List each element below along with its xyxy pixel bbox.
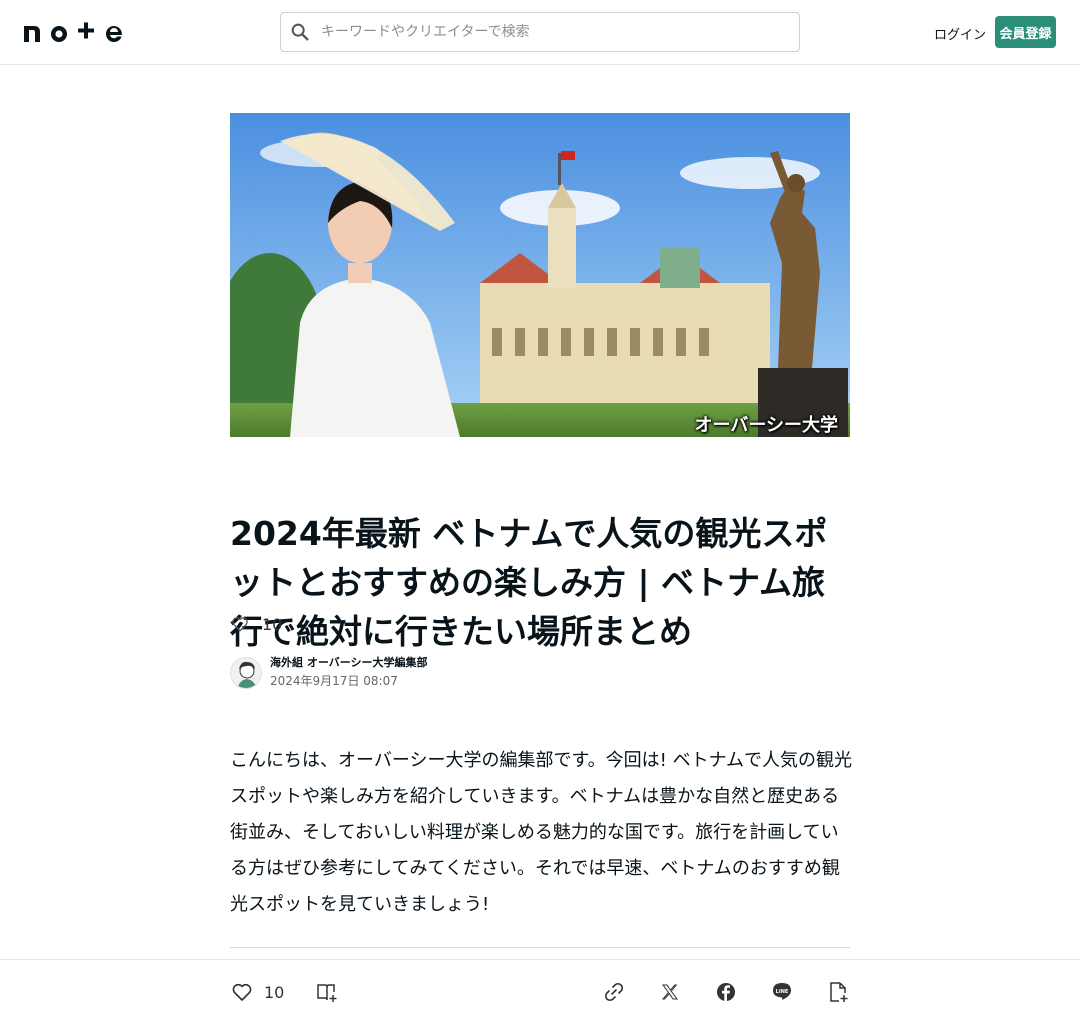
avatar[interactable] (230, 656, 262, 689)
share-line-button[interactable]: LINE (770, 980, 794, 1004)
facebook-icon[interactable] (714, 980, 738, 1004)
link-icon[interactable] (602, 980, 626, 1004)
hero-illustration (230, 113, 850, 437)
login-link[interactable]: ログイン (924, 22, 996, 45)
search-icon[interactable] (289, 21, 311, 43)
author-name[interactable]: 海外組 オーバーシー大学編集部 (270, 655, 428, 671)
add-to-magazine-icon[interactable] (315, 980, 339, 1004)
search-box[interactable] (280, 12, 800, 52)
heart-icon[interactable] (230, 614, 250, 634)
note-logo[interactable] (24, 20, 124, 44)
add-to-magazine-button[interactable] (315, 980, 339, 1004)
like-count[interactable]: 10 (262, 615, 282, 634)
search-input[interactable] (321, 24, 761, 40)
copy-link-button[interactable] (602, 980, 626, 1004)
embed-button[interactable] (826, 980, 850, 1004)
site-header: ログイン 会員登録 (0, 0, 1080, 65)
share-facebook-button[interactable] (714, 980, 738, 1004)
hero-caption: オーバーシー大学 (694, 415, 838, 436)
signup-button[interactable]: 会員登録 (995, 16, 1056, 48)
bottom-like-count: 10 (264, 982, 285, 1002)
embed-icon[interactable] (826, 980, 850, 1004)
x-icon[interactable] (658, 980, 682, 1004)
article-hero-image: オーバーシー大学 (230, 113, 850, 437)
divider (230, 947, 850, 948)
post-date: 2024年9月17日 08:07 (270, 674, 398, 688)
share-x-button[interactable] (658, 980, 682, 1004)
like-row: 10 (230, 614, 282, 634)
bottom-like[interactable]: 10 (230, 980, 284, 1004)
line-icon[interactable]: LINE (770, 980, 794, 1004)
heart-icon[interactable] (230, 980, 254, 1004)
article-title: 2024年最新 ベトナムで人気の観光スポットとおすすめの楽しみ方 | ベトナム旅… (230, 514, 828, 651)
article-body: こんにちは、オーバーシー大学の編集部です。今回は! ベトナムで人気の観光スポット… (230, 750, 853, 915)
author-info: 海外組 オーバーシー大学編集部 2024年9月17日 08:07 (230, 655, 428, 690)
bottom-action-bar: 10 LINE (0, 959, 1080, 1024)
svg-text:LINE: LINE (776, 989, 789, 995)
